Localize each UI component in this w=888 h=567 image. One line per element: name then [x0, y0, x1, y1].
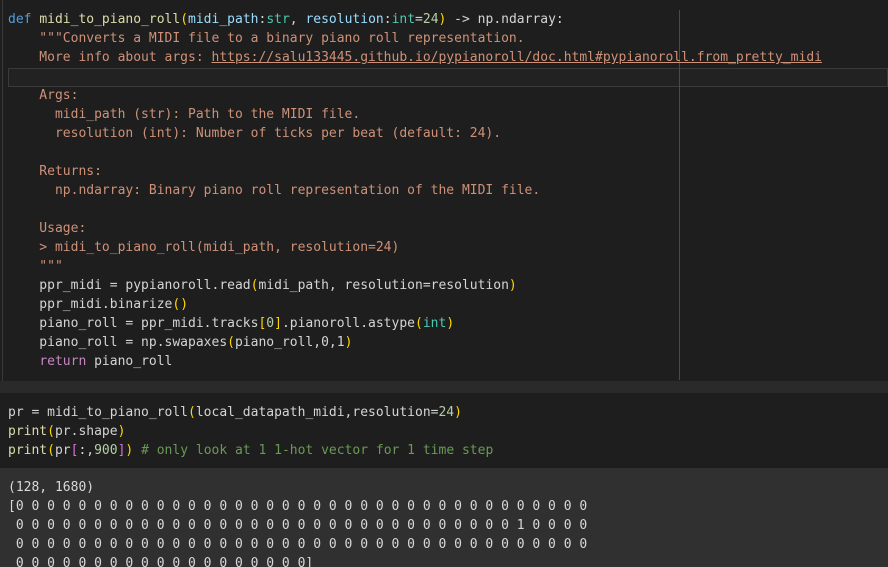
output-line: 0 0 0 0 0 0 0 0 0 0 0 0 0 0 0 0 0 0 0 0 …	[8, 537, 588, 552]
docstring-line: Returns:	[8, 164, 102, 179]
code-line-def: def midi_to_piano_roll(midi_path:str, re…	[8, 12, 564, 27]
docstring-line: midi_path (str): Path to the MIDI file.	[8, 107, 361, 122]
output-line: [0 0 0 0 0 0 0 0 0 0 0 0 0 0 0 0 0 0 0 0…	[8, 499, 588, 514]
code-line: ppr_midi = pypianoroll.read(midi_path, r…	[8, 278, 517, 293]
param-midi-path: midi_path	[188, 12, 259, 27]
type-int: int	[391, 12, 416, 27]
docstring-link-line: More info about args: https://salu133445…	[8, 50, 822, 65]
type-str: str	[266, 12, 290, 27]
code-line: ppr_midi.binarize()	[8, 297, 189, 312]
param-resolution: resolution	[305, 12, 384, 27]
default-value: 24	[422, 12, 439, 27]
code-line-return: return piano_roll	[39, 354, 173, 369]
code-line: piano_roll = np.swapaxes(piano_roll,0,1)	[8, 335, 353, 350]
docstring-line: Args:	[8, 88, 79, 103]
cell-gutter	[2, 0, 3, 381]
output-line: (128, 1680)	[8, 480, 95, 495]
docstring-line: """	[8, 259, 63, 274]
code-line: pr = midi_to_piano_roll(local_datapath_m…	[8, 405, 462, 420]
code-line: print(pr.shape)	[8, 424, 126, 439]
code-line: print(pr[:,900]) # only look at 1 1-hot …	[8, 443, 494, 458]
return-keyword: return	[39, 354, 87, 369]
docstring-line: Usage:	[8, 221, 87, 236]
cell-separator	[0, 381, 888, 393]
docstring-line: """Converts a MIDI file to a binary pian…	[8, 31, 525, 46]
function-name: midi_to_piano_roll	[39, 12, 181, 27]
docstring-line: resolution (int): Number of ticks per be…	[8, 126, 502, 141]
function-code-cell[interactable]: def midi_to_piano_roll(midi_path:str, re…	[0, 0, 888, 381]
code-line: piano_roll = ppr_midi.tracks[0].pianorol…	[8, 316, 455, 331]
return-annotation: -> np.ndarray:	[446, 12, 564, 27]
current-line-highlight	[8, 68, 888, 87]
docs-link[interactable]: https://salu133445.github.io/pypianoroll…	[212, 50, 822, 65]
docstring-line: np.ndarray: Binary piano roll representa…	[8, 183, 541, 198]
code-comment: # only look at 1 1-hot vector for 1 time…	[133, 443, 494, 458]
output-line: 0 0 0 0 0 0 0 0 0 0 0 0 0 0 0 0 0 0 0]	[8, 556, 314, 567]
docstring-line: > midi_to_piano_roll(midi_path, resoluti…	[8, 240, 400, 255]
def-keyword: def	[8, 12, 32, 27]
cell-output: (128, 1680) [0 0 0 0 0 0 0 0 0 0 0 0 0 0…	[0, 468, 888, 567]
output-line: 0 0 0 0 0 0 0 0 0 0 0 0 0 0 0 0 0 0 0 0 …	[8, 518, 588, 533]
run-code-cell[interactable]: pr = midi_to_piano_roll(local_datapath_m…	[0, 393, 888, 468]
